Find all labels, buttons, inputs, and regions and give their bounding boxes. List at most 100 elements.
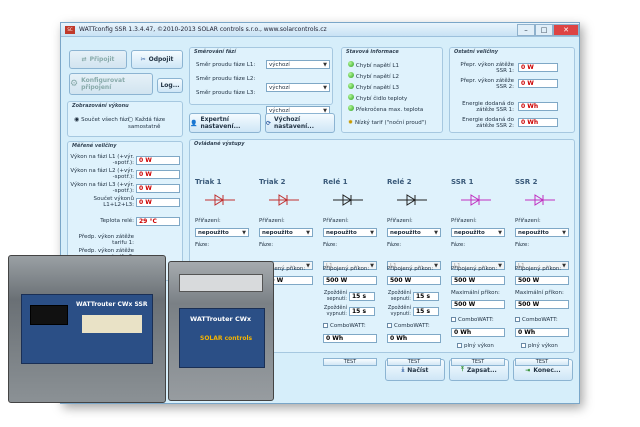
full-power-label: plný výkon (464, 343, 494, 349)
assign-select[interactable]: nepoužito (323, 228, 377, 237)
device-brand-logo: SOLAR controls (200, 335, 253, 342)
checkbox-icon (323, 323, 328, 328)
power-input[interactable]: 500 W (515, 276, 569, 285)
test-button[interactable]: TEST (387, 358, 441, 366)
status-label: Překročena max. teplota (355, 107, 424, 113)
on-delay-input[interactable]: 15 s (413, 292, 439, 301)
mode-sum-radio[interactable]: ◉ Součet všech fází (74, 116, 129, 123)
combowatt-checkbox[interactable]: ComboWATT: (323, 322, 366, 329)
assign-label: Přiřazení: (515, 218, 541, 224)
ssr-symbol-icon (461, 194, 491, 206)
assign-select[interactable]: nepoužito (515, 228, 569, 237)
maximize-button[interactable]: □ (535, 23, 553, 36)
full-power-checkbox[interactable]: plný výkon (521, 342, 558, 349)
relay-symbol-icon (333, 194, 363, 206)
assign-label: Přiřazení: (387, 218, 413, 224)
user-icon: 👤 (190, 119, 198, 127)
device-sticker (82, 315, 142, 333)
device-connector (30, 305, 68, 325)
device-label-ssr: WATTrouter CWx SSR (76, 301, 148, 308)
display-mode-group: Zobrazování výkonu ◉ Součet všech fází ○… (67, 101, 183, 137)
status-item: Chybí napětí L1 (348, 61, 399, 69)
assign-select[interactable]: nepoužito (259, 228, 313, 237)
measure-group-title: Měřené veličiny (72, 143, 117, 149)
combowatt-label: ComboWATT: (394, 323, 430, 329)
l3-power-label: Výkon na fázi L3 (+výr. -spotř.): (70, 182, 134, 194)
window-title: WATTconfig SSR 1.3.4.47, ©2010-2013 SOLA… (79, 26, 327, 33)
status-label: Chybí napětí L2 (355, 74, 399, 80)
off-delay-input[interactable]: 15 s (413, 307, 439, 316)
on-delay-input[interactable]: 15 s (349, 292, 375, 301)
status-led-icon (348, 83, 354, 89)
phase-l3-label: Směr proudu fáze L3: (196, 90, 256, 96)
max-power-label: Maximální příkon: (515, 290, 564, 296)
on-delay-label: Zpoždění sepnutí: (387, 290, 411, 302)
power-input[interactable]: 500 W (451, 276, 505, 285)
configure-label: Konfigurovat připojení (81, 77, 125, 91)
disconnect-button[interactable]: ✂ Odpojit (131, 50, 183, 69)
status-led-icon (348, 61, 354, 67)
relay-symbol-icon (397, 194, 427, 206)
energy-value: 0 Wh (515, 328, 569, 337)
configure-button[interactable]: ⚙ Konfigurovat připojení (69, 73, 153, 95)
window-controls: – □ ✕ (517, 23, 579, 36)
assign-select[interactable]: nepoužito (387, 228, 441, 237)
energy-value: 0 Wh (387, 334, 441, 343)
off-delay-input[interactable]: 15 s (349, 307, 375, 316)
max-power-input[interactable]: 500 W (451, 300, 505, 309)
test-button[interactable]: TEST (515, 358, 569, 366)
app-logo: SC (65, 25, 75, 34)
full-power-checkbox[interactable]: plný výkon (457, 342, 494, 349)
connect-label: Připojit (89, 56, 115, 63)
power-label: Připojený příkon: (451, 266, 498, 272)
device-label-cwx: WATTrouter CWx (190, 315, 252, 323)
device-cwx-module: WATTrouter CWx SOLAR controls (168, 261, 274, 401)
status-label: Chybí napětí L3 (355, 85, 399, 91)
phase-label: Fáze: (323, 242, 338, 248)
triac-symbol-icon (205, 194, 235, 206)
output-name: Triak 2 (259, 178, 286, 186)
default-settings-button[interactable]: ⟳ Výchozí nastavení... (265, 113, 335, 133)
output-name: Relé 2 (387, 178, 412, 186)
minimize-button[interactable]: – (517, 23, 535, 36)
ssr2-energy-value: 0 Wh (518, 118, 558, 127)
phase-l2-label: Směr proudu fáze L2: (196, 76, 256, 82)
device-photo: WATTrouter CWx SSR WATTrouter CWx SOLAR … (8, 255, 280, 405)
connect-button[interactable]: ⇄ Připojit (69, 50, 127, 69)
mode-each-label: Každá fáze samostatně (128, 117, 166, 130)
close-button[interactable]: ✕ (553, 23, 579, 36)
log-button[interactable]: Log... (157, 78, 183, 93)
ssr1-power-label: Přepr. výkon zátěže SSR 1: (460, 62, 514, 74)
phase-l2-select[interactable]: výchozí (266, 83, 330, 92)
relay-temp-label: Teplota relé: (100, 218, 134, 224)
combowatt-checkbox[interactable]: ComboWATT: (387, 322, 430, 329)
off-delay-label: Zpoždění vypnutí: (387, 305, 411, 317)
assign-label: Přiřazení: (323, 218, 349, 224)
test-button[interactable]: TEST (451, 358, 505, 366)
phase-l1-select[interactable]: výchozí (266, 60, 330, 69)
device-display (179, 274, 263, 292)
expert-label: Expertní nastavení... (200, 116, 241, 130)
expert-settings-button[interactable]: 👤 Expertní nastavení... (189, 113, 261, 133)
assign-select[interactable]: nepoužito (451, 228, 505, 237)
energy-value: 0 Wh (323, 334, 377, 343)
power-input[interactable]: 500 W (323, 276, 377, 285)
max-power-input[interactable]: 500 W (515, 300, 569, 309)
l2-power-label: Výkon na fázi L2 (+výr. -spotř.): (70, 168, 134, 180)
test-button[interactable]: TEST (323, 358, 377, 366)
relay-temp-value: 29 °C (136, 217, 180, 226)
status-label: Chybí čidlo teploty (355, 96, 408, 102)
ssr-symbol-icon (525, 194, 555, 206)
status-item: Chybí čidlo teploty (348, 94, 407, 102)
status-led-icon (348, 72, 354, 78)
assign-select[interactable]: nepoužito (195, 228, 249, 237)
status-group: Stavová informace Chybí napětí L1 Chybí … (341, 47, 443, 133)
combowatt-label: ComboWATT: (458, 317, 494, 323)
checkbox-icon (457, 343, 462, 348)
plug-icon: ⇄ (81, 56, 87, 63)
mode-each-radio[interactable]: ○ Každá fáze samostatně (128, 116, 182, 130)
combowatt-checkbox[interactable]: ComboWATT: (515, 316, 558, 323)
power-input[interactable]: 500 W (387, 276, 441, 285)
ssr1-energy-label: Energie dodaná do zátěže SSR 1: (462, 101, 514, 113)
combowatt-checkbox[interactable]: ComboWATT: (451, 316, 494, 323)
